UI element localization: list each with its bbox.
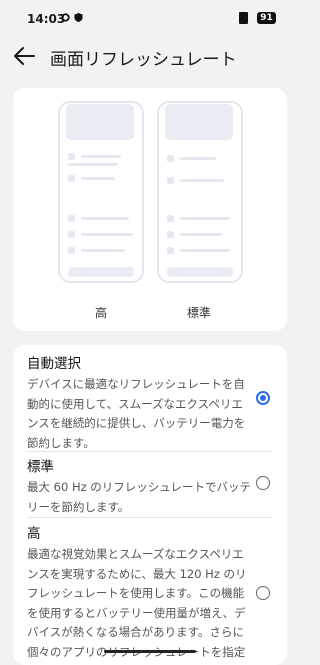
preview-label-standard: 標準 <box>186 306 211 320</box>
page-title: 画面リフレッシュレート <box>50 50 237 70</box>
preview-label-high: 高 <box>94 306 107 320</box>
status-time: 14:03 <box>27 12 66 26</box>
app-header: 画面リフレッシュレート <box>0 38 300 74</box>
radio-high[interactable] <box>256 586 270 600</box>
back-arrow-icon[interactable] <box>13 46 35 66</box>
option-description: 最大 60 Hz のリフレッシュレートでバッテリーを節約します。 <box>27 480 252 514</box>
settings-gear-icon <box>61 13 70 22</box>
phone-preview-high <box>58 101 144 283</box>
home-indicator[interactable] <box>104 650 196 653</box>
sim-card-icon <box>239 12 248 24</box>
option-auto[interactable]: 自動選択 デバイスに最適なリフレッシュレートを自動的に使用して、スムーズなエクス… <box>27 355 287 453</box>
option-description: 最適な視覚効果とスムーズなエクスペリエンスを実現するために、最大 120 Hz … <box>27 547 247 665</box>
divider <box>27 451 273 452</box>
shield-icon <box>74 13 83 22</box>
radio-standard[interactable] <box>256 476 270 490</box>
option-description: デバイスに最適なリフレッシュレートを自動的に使用して、スムーズなエクスペリエンス… <box>27 377 246 450</box>
option-high[interactable]: 高 最適な視覚効果とスムーズなエクスペリエンスを実現するために、最大 120 H… <box>27 525 287 665</box>
battery-icon: 91 <box>257 12 276 24</box>
option-standard[interactable]: 標準 最大 60 Hz のリフレッシュレートでバッテリーを節約します。 <box>27 458 287 517</box>
option-title: 高 <box>27 526 41 542</box>
refresh-rate-options: 自動選択 デバイスに最適なリフレッシュレートを自動的に使用して、スムーズなエクス… <box>13 345 287 665</box>
option-title: 標準 <box>27 459 54 475</box>
option-title: 自動選択 <box>27 356 81 372</box>
divider <box>27 517 273 518</box>
phone-preview-standard <box>157 101 243 283</box>
radio-auto[interactable] <box>256 391 270 405</box>
status-bar: 14:03 91 <box>0 0 300 32</box>
refresh-rate-preview-card: 高 標準 <box>13 88 287 331</box>
